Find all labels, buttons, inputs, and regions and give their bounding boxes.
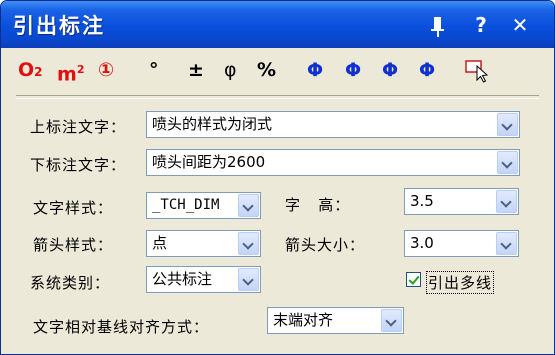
symbol-toolbar: O2 m2 ① ° ± φ % Φ Φ Φ Φ [1,53,554,89]
pin-icon [431,17,444,37]
arrow-size-value[interactable]: 3.0 [410,231,434,256]
plus-minus-button[interactable]: ± [188,57,204,83]
steel-grade-2-button[interactable]: Φ [345,57,361,83]
text-style-combo[interactable]: _TCH_DIM [146,192,261,219]
close-button[interactable]: ✕ [506,11,534,39]
lower-text-value[interactable]: 喷头间距为2600 [152,150,265,175]
char-height-dropdown-arrow[interactable] [496,190,517,213]
align-mode-combo[interactable]: 末端对齐 [267,307,404,334]
checkmark-icon [408,273,420,285]
phi-button[interactable]: φ [224,57,237,83]
help-button[interactable]: ? [467,11,495,39]
pick-cursor-icon [465,60,489,83]
multi-leader-checkbox[interactable] [406,272,421,287]
upper-text-label: 上标注文字： [30,118,127,136]
align-mode-dropdown-arrow[interactable] [381,309,402,332]
toolbar-divider [16,95,539,99]
lower-text-dropdown-arrow[interactable] [497,151,518,174]
align-mode-label: 文字相对基线对齐方式： [33,318,210,336]
arrow-size-label: 箭头大小： [285,236,366,254]
superscript-2-button[interactable]: m2 [57,57,84,85]
degree-button[interactable]: ° [149,57,159,83]
text-style-dropdown-arrow[interactable] [238,194,259,217]
system-type-combo[interactable]: 公共标注 [146,266,261,293]
upper-text-dropdown-arrow[interactable] [497,113,518,136]
system-type-label: 系统类别： [30,274,111,292]
arrow-style-label: 箭头样式： [33,236,114,254]
arrow-style-value[interactable]: 点 [152,231,167,256]
arrow-style-dropdown-arrow[interactable] [238,232,259,255]
percent-button[interactable]: % [257,57,276,83]
upper-text-combo[interactable]: 喷头的样式为闭式 [146,111,520,138]
char-height-label: 字 高： [285,196,351,214]
text-style-label: 文字样式： [33,199,114,217]
text-style-value[interactable]: _TCH_DIM [152,193,238,218]
char-height-combo[interactable]: 3.5 [404,188,519,215]
char-height-value[interactable]: 3.5 [410,189,434,214]
subscript-2-button[interactable]: O2 [18,57,43,83]
lower-text-combo[interactable]: 喷头间距为2600 [146,149,520,176]
system-type-value[interactable]: 公共标注 [152,267,212,292]
lower-text-label: 下标注文字： [30,156,127,174]
arrow-size-dropdown-arrow[interactable] [496,232,517,255]
pin-button[interactable] [425,11,453,39]
window-title: 引出标注 [13,14,105,38]
steel-grade-3-button[interactable]: Φ [382,57,398,83]
system-type-dropdown-arrow[interactable] [238,268,259,291]
align-mode-value[interactable]: 末端对齐 [273,308,333,333]
pick-text-button[interactable] [464,57,492,83]
arrow-style-combo[interactable]: 点 [146,230,261,257]
steel-grade-1-button[interactable]: Φ [307,57,323,83]
title-bar[interactable]: 引出标注 ? ✕ [1,1,554,48]
multi-leader-label[interactable]: 引出多线 [426,271,495,294]
dialog-window: 引出标注 ? ✕ O2 m2 ① ° ± φ % Φ Φ Φ Φ 上标注文字： [0,0,555,355]
steel-grade-4-button[interactable]: Φ [419,57,435,83]
arrow-size-combo[interactable]: 3.0 [404,230,519,257]
upper-text-value[interactable]: 喷头的样式为闭式 [152,112,272,137]
circled-number-button[interactable]: ① [98,57,114,83]
